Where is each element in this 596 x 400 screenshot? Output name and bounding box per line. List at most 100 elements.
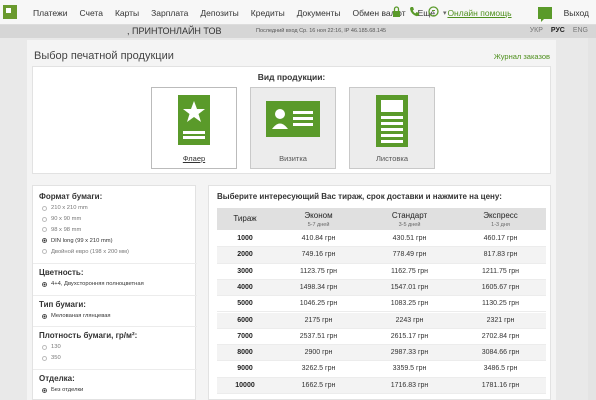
lang-ukr[interactable]: УКР (530, 27, 543, 34)
product-type-selector: Вид продукции: Флаер Визитка Листовка (32, 66, 551, 174)
company-bar: , ПРИНТОНЛАЙН ТОВ Последний вход Ср. 16 … (0, 25, 596, 38)
price-express[interactable]: 1130.25 грн (455, 300, 546, 307)
price-econom[interactable]: 410.84 грн (273, 235, 364, 242)
price-standard[interactable]: 778.49 грн (364, 251, 455, 258)
table-row: 7000 2537.51 грн 2615.17 грн 2702.84 грн (217, 329, 546, 346)
paper-format-title: Формат бумаги: (39, 192, 103, 201)
language-switcher: УКР РУС ENG (524, 27, 588, 34)
price-standard[interactable]: 2243 грн (364, 317, 455, 324)
phone-icon[interactable] (409, 6, 420, 20)
product-card-business-card[interactable]: Визитка (250, 87, 336, 169)
price-econom[interactable]: 749.16 грн (273, 251, 364, 258)
format-option[interactable]: 90 х 90 mm (39, 214, 129, 225)
product-card-leaflet[interactable]: Листовка (349, 87, 435, 169)
price-qty: 1000 (237, 235, 253, 242)
price-qty: 5000 (237, 300, 253, 308)
online-help-link[interactable]: Онлайн помощь (447, 8, 511, 18)
price-standard[interactable]: 3359.5 грн (364, 365, 455, 372)
table-row: 1000 410.84 грн 430.51 грн 460.17 грн (217, 231, 546, 248)
table-row: 3000 1123.75 грн 1162.75 грн 1211.75 грн (217, 264, 546, 280)
main-content: Выбор печатной продукции Журнал заказов … (27, 40, 556, 400)
price-express[interactable]: 1605.67 грн (455, 284, 546, 291)
density-title: Плотность бумаги, гр/м²: (39, 331, 138, 340)
price-standard[interactable]: 1162.75 грн (364, 268, 455, 275)
last-login-info: Последний вход Ср. 16 ноя 22:16, IP 46.1… (256, 27, 387, 34)
price-express[interactable]: 1211.75 грн (455, 268, 546, 275)
paper-type-title: Тип бумаги: (39, 300, 86, 309)
logout-button[interactable]: Выход (564, 8, 589, 18)
table-row: 5000 1046.25 грн 1083.25 грн 1130.25 грн (217, 296, 546, 313)
bank-logo-icon[interactable] (3, 5, 17, 19)
price-qty: 3000 (237, 267, 253, 275)
price-express[interactable]: 817.83 грн (455, 251, 546, 258)
orders-journal-link[interactable]: Журнал заказов (494, 52, 550, 61)
price-express[interactable]: 3084.66 грн (455, 349, 546, 356)
price-qty: 10000 (235, 381, 255, 389)
price-qty: 6000 (237, 316, 253, 324)
nav-item-deposits[interactable]: Депозиты (200, 8, 238, 18)
price-express[interactable]: 2702.84 грн (455, 333, 546, 340)
density-option[interactable]: 350 (39, 353, 137, 364)
price-qty: 7000 (237, 332, 253, 340)
price-qty: 2000 (237, 251, 253, 259)
format-option[interactable]: 210 х 210 mm (39, 203, 129, 214)
header-qty: Тираж (233, 214, 257, 223)
leaflet-icon (376, 95, 408, 147)
price-standard[interactable]: 2987.33 грн (364, 349, 455, 356)
finish-title: Отделка: (39, 374, 75, 383)
finish-option-selected[interactable]: Без отделки (39, 385, 83, 396)
density-option[interactable]: 130 (39, 342, 137, 353)
messages-icon[interactable] (537, 6, 552, 22)
lang-rus[interactable]: РУС (551, 27, 565, 34)
product-card-flyer[interactable]: Флаер (151, 87, 237, 169)
header-express: Экспресс 1-3 дня (483, 211, 518, 228)
price-econom[interactable]: 1123.75 грн (273, 268, 364, 275)
price-standard[interactable]: 1716.83 грн (364, 382, 455, 389)
finish-group: Отделка: Без отделки (39, 374, 83, 396)
color-option-selected[interactable]: 4+4, Двухсторонняя полноцветная (39, 279, 144, 290)
price-econom[interactable]: 3262.5 грн (273, 365, 364, 372)
nav-item-accounts[interactable]: Счета (79, 8, 102, 18)
product-label-flyer: Флаер (182, 154, 206, 163)
price-prompt: Выберите интересующий Вас тираж, срок до… (217, 192, 502, 201)
table-row: 10000 1662.5 грн 1716.83 грн 1781.16 грн (217, 377, 546, 394)
nav-item-cards[interactable]: Карты (115, 8, 139, 18)
page-scrollbar[interactable] (588, 38, 596, 400)
nav-item-salary[interactable]: Зарплата (151, 8, 188, 18)
paper-format-group: Формат бумаги: 210 х 210 mm 90 х 90 mm 9… (39, 192, 129, 257)
price-express[interactable]: 2321 грн (455, 317, 546, 324)
product-label-leaflet: Листовка (376, 154, 408, 163)
price-table-header: Тираж Эконом 5-7 дней Стандарт 3-5 дней Эк… (217, 208, 546, 230)
price-econom[interactable]: 2175 грн (273, 317, 364, 324)
color-group: Цветность: 4+4, Двухсторонняя полноцветн… (39, 268, 144, 290)
product-type-label: Вид продукции: (257, 72, 326, 82)
price-standard[interactable]: 430.51 грн (364, 235, 455, 242)
price-express[interactable]: 3486.5 грн (455, 365, 546, 372)
lang-eng[interactable]: ENG (573, 27, 588, 34)
price-express[interactable]: 460.17 грн (455, 235, 546, 242)
price-econom[interactable]: 1046.25 грн (273, 300, 364, 307)
price-econom[interactable]: 2900 грн (273, 349, 364, 356)
density-group: Плотность бумаги, гр/м²: 130 350 (39, 331, 137, 364)
price-econom[interactable]: 2537.51 грн (273, 333, 364, 340)
paper-type-group: Тип бумаги: Мелованая глянцевая (39, 300, 111, 322)
nav-item-documents[interactable]: Документы (297, 8, 341, 18)
header-econom: Эконом 5-7 дней (304, 211, 333, 228)
price-standard[interactable]: 1083.25 грн (364, 300, 455, 307)
price-econom[interactable]: 1498.34 грн (273, 284, 364, 291)
nav-item-credits[interactable]: Кредиты (251, 8, 285, 18)
filter-panel: Формат бумаги: 210 х 210 mm 90 х 90 mm 9… (32, 185, 197, 400)
paper-type-option-selected[interactable]: Мелованая глянцевая (39, 311, 111, 322)
price-standard[interactable]: 2615.17 грн (364, 333, 455, 340)
top-navbar: Платежи Счета Карты Зарплата Депозиты Кр… (0, 0, 596, 25)
nav-item-payments[interactable]: Платежи (33, 8, 67, 18)
price-standard[interactable]: 1547.01 грн (364, 284, 455, 291)
lock-icon[interactable] (392, 5, 401, 20)
format-option[interactable]: 98 х 98 mm (39, 225, 129, 236)
format-option[interactable]: Двойной евро (198 х 200 мм) (39, 246, 129, 257)
help-chat-icon[interactable] (428, 5, 440, 20)
table-row: 2000 749.16 грн 778.49 грн 817.83 грн (217, 247, 546, 264)
price-express[interactable]: 1781.16 грн (455, 382, 546, 389)
format-option-selected[interactable]: DIN long (99 x 210 mm) (39, 235, 129, 246)
price-econom[interactable]: 1662.5 грн (273, 382, 364, 389)
